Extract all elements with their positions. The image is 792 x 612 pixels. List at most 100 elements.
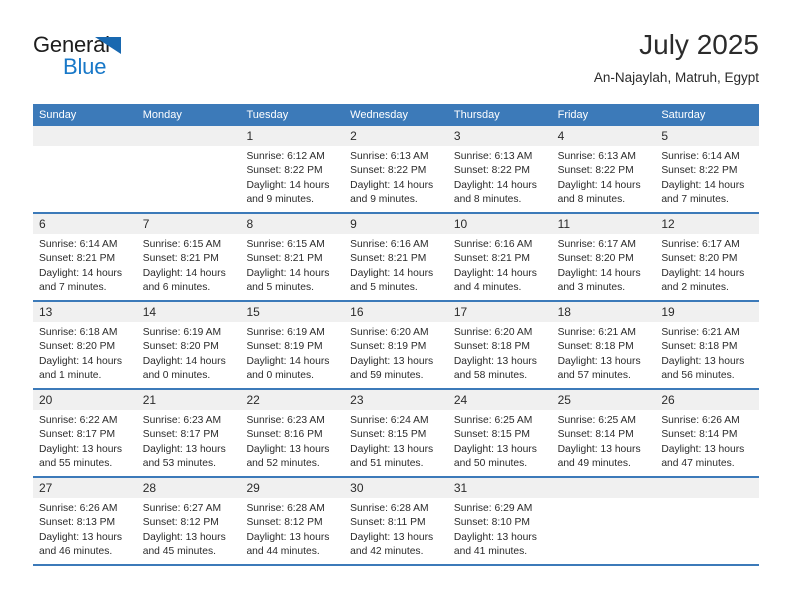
sunrise-text: Sunrise: 6:14 AM [661,151,740,162]
day-cell[interactable]: 13 Sunrise: 6:18 AM Sunset: 8:20 PM Dayligh… [33,302,137,388]
daylight-text-line2: and 9 minutes. [246,193,314,205]
day-cell[interactable]: 15 Sunrise: 6:19 AM Sunset: 8:19 PM Dayligh… [240,302,345,388]
day-cell[interactable]: 1 Sunrise: 6:12 AM Sunset: 8:22 PM Daylight… [240,126,345,212]
day-details: Sunrise: 6:28 AM Sunset: 8:11 PM Daylight:… [344,498,448,559]
day-details: Sunrise: 6:28 AM Sunset: 8:12 PM Daylight:… [240,498,344,559]
day-details: Sunrise: 6:20 AM Sunset: 8:19 PM Daylight:… [344,322,448,383]
day-cell[interactable]: 16 Sunrise: 6:20 AM Sunset: 8:19 PM Dayligh… [344,302,448,388]
sunset-text: Sunset: 8:22 PM [350,165,427,177]
day-cell[interactable]: 31 Sunrise: 6:29 AM Sunset: 8:10 PM Dayligh… [447,478,552,564]
day-number-band: 10 [447,214,552,234]
day-cell[interactable]: 21 Sunrise: 6:23 AM Sunset: 8:17 PM Dayligh… [136,390,241,476]
day-number-band [655,478,760,498]
daylight-text-line1: Daylight: 13 hours [557,443,641,455]
sunset-text: Sunset: 8:18 PM [661,341,738,353]
day-number-band: 9 [344,214,448,234]
day-cell[interactable]: 4 Sunrise: 6:13 AM Sunset: 8:22 PM Daylight… [551,126,656,212]
day-cell[interactable]: 19 Sunrise: 6:21 AM Sunset: 8:18 PM Dayligh… [655,302,760,388]
daylight-text-line2: and 4 minutes. [453,281,522,293]
page-title: July 2025 [639,29,759,60]
day-cell[interactable]: 22 Sunrise: 6:23 AM Sunset: 8:16 PM Dayligh… [240,390,345,476]
day-number: 4 [557,129,565,143]
sunrise-text: Sunrise: 6:20 AM [453,327,533,338]
sunrise-text: Sunrise: 6:21 AM [661,327,740,338]
day-cell[interactable]: 30 Sunrise: 6:28 AM Sunset: 8:11 PM Dayligh… [344,478,448,564]
day-cell[interactable]: 29 Sunrise: 6:28 AM Sunset: 8:12 PM Dayligh… [240,478,345,564]
sunrise-text: Sunrise: 6:13 AM [350,151,429,162]
sunset-text: Sunset: 8:22 PM [453,165,531,177]
day-cell[interactable]: 8 Sunrise: 6:15 AM Sunset: 8:21 PM Daylight… [240,214,345,300]
day-number: 29 [246,481,260,495]
day-number: 10 [453,217,468,231]
sunrise-text: Sunrise: 6:14 AM [39,239,118,250]
day-number: 13 [39,305,53,319]
day-details: Sunrise: 6:17 AM Sunset: 8:20 PM Daylight:… [655,234,759,295]
sunset-text: Sunset: 8:10 PM [453,517,531,529]
day-number-band [136,126,241,146]
sunset-text: Sunset: 8:21 PM [453,253,531,265]
sunset-text: Sunset: 8:16 PM [246,429,323,441]
day-number: 8 [246,217,254,231]
day-cell[interactable]: 7 Sunrise: 6:15 AM Sunset: 8:21 PM Daylight… [136,214,241,300]
calendar-week-row: 1 Sunrise: 6:12 AM Sunset: 8:22 PM Daylight… [33,126,760,214]
day-cell[interactable]: 28 Sunrise: 6:27 AM Sunset: 8:12 PM Dayligh… [136,478,241,564]
day-details: Sunrise: 6:14 AM Sunset: 8:21 PM Daylight:… [33,234,137,295]
day-details: Sunrise: 6:13 AM Sunset: 8:22 PM Daylight:… [448,146,552,207]
day-number: 25 [557,393,571,407]
day-number-band: 3 [447,126,552,146]
day-number-band: 12 [655,214,760,234]
day-details: Sunrise: 6:21 AM Sunset: 8:18 PM Daylight:… [655,322,759,383]
sunrise-text: Sunrise: 6:22 AM [39,415,118,426]
day-number-band: 1 [240,126,345,146]
daylight-text-line2: and 50 minutes. [453,457,528,469]
sunrise-text: Sunrise: 6:17 AM [661,239,740,250]
day-cell[interactable]: 27 Sunrise: 6:26 AM Sunset: 8:13 PM Dayligh… [33,478,137,564]
day-number-band: 20 [33,390,137,410]
sunrise-text: Sunrise: 6:17 AM [557,239,637,250]
daylight-text-line1: Daylight: 13 hours [350,443,434,455]
sunset-text: Sunset: 8:22 PM [661,165,738,177]
day-cell[interactable]: 3 Sunrise: 6:13 AM Sunset: 8:22 PM Daylight… [447,126,552,212]
daylight-text-line2: and 55 minutes. [39,457,113,469]
daylight-text-line2: and 49 minutes. [557,457,631,469]
day-cell[interactable]: 14 Sunrise: 6:19 AM Sunset: 8:20 PM Dayligh… [136,302,241,388]
day-cell[interactable]: 11 Sunrise: 6:17 AM Sunset: 8:20 PM Dayligh… [551,214,656,300]
sunrise-text: Sunrise: 6:23 AM [246,415,325,426]
day-cell-empty [655,478,760,564]
day-cell[interactable]: 17 Sunrise: 6:20 AM Sunset: 8:18 PM Dayligh… [447,302,552,388]
day-number: 18 [557,305,571,319]
day-details: Sunrise: 6:15 AM Sunset: 8:21 PM Daylight:… [137,234,241,295]
sunrise-text: Sunrise: 6:15 AM [246,239,325,250]
day-cell[interactable]: 23 Sunrise: 6:24 AM Sunset: 8:15 PM Dayligh… [344,390,448,476]
day-cell[interactable]: 24 Sunrise: 6:25 AM Sunset: 8:15 PM Dayligh… [447,390,552,476]
day-details: Sunrise: 6:27 AM Sunset: 8:12 PM Daylight:… [137,498,241,559]
day-number: 14 [142,305,157,319]
day-number: 28 [142,481,157,495]
daylight-text-line1: Daylight: 13 hours [246,531,330,543]
day-cell[interactable]: 26 Sunrise: 6:26 AM Sunset: 8:14 PM Dayligh… [655,390,760,476]
daylight-text-line1: Daylight: 14 hours [557,267,641,279]
day-cell[interactable]: 12 Sunrise: 6:17 AM Sunset: 8:20 PM Dayligh… [655,214,760,300]
day-number-band: 24 [447,390,552,410]
day-cell[interactable]: 5 Sunrise: 6:14 AM Sunset: 8:22 PM Daylight… [655,126,760,212]
daylight-text-line1: Daylight: 14 hours [350,179,434,191]
day-cell[interactable]: 25 Sunrise: 6:25 AM Sunset: 8:14 PM Dayligh… [551,390,656,476]
day-cell[interactable]: 9 Sunrise: 6:16 AM Sunset: 8:21 PM Daylight… [344,214,448,300]
day-number-band: 17 [447,302,552,322]
sunset-text: Sunset: 8:17 PM [142,429,219,441]
brand-logo[interactable]: General Blue [33,32,233,84]
day-cell[interactable]: 10 Sunrise: 6:16 AM Sunset: 8:21 PM Dayligh… [447,214,552,300]
day-cell[interactable]: 20 Sunrise: 6:22 AM Sunset: 8:17 PM Dayligh… [33,390,137,476]
day-cell[interactable]: 2 Sunrise: 6:13 AM Sunset: 8:22 PM Daylight… [344,126,448,212]
daylight-text-line1: Daylight: 14 hours [142,355,226,367]
sunset-text: Sunset: 8:15 PM [453,429,531,441]
day-number: 26 [661,393,675,407]
day-number-band [33,126,137,146]
day-details: Sunrise: 6:18 AM Sunset: 8:20 PM Daylight:… [33,322,137,383]
day-cell[interactable]: 18 Sunrise: 6:21 AM Sunset: 8:18 PM Dayligh… [551,302,656,388]
daylight-text-line1: Daylight: 13 hours [453,355,537,367]
daylight-text-line1: Daylight: 13 hours [557,355,641,367]
day-cell[interactable]: 6 Sunrise: 6:14 AM Sunset: 8:21 PM Daylight… [33,214,137,300]
sunset-text: Sunset: 8:20 PM [142,341,219,353]
daylight-text-line1: Daylight: 13 hours [453,443,537,455]
